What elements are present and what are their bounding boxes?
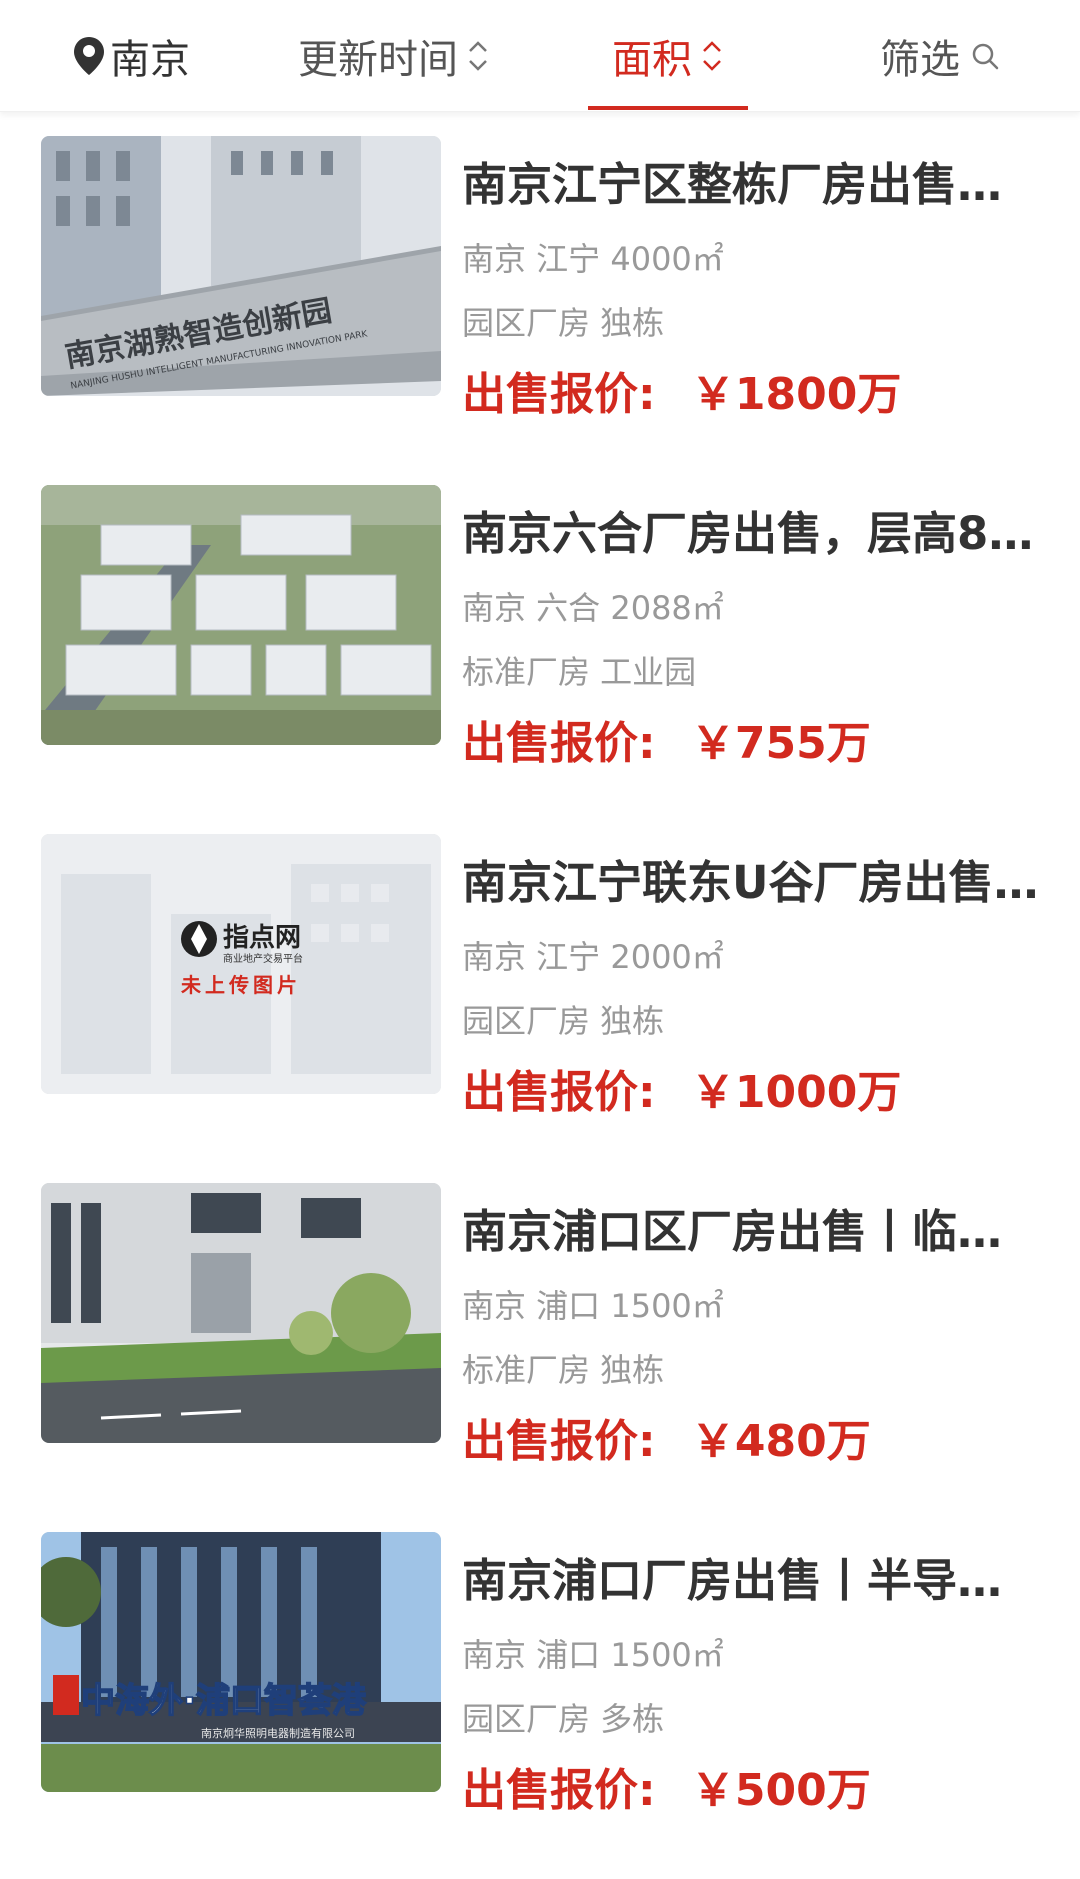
listing-thumbnail xyxy=(41,1183,441,1443)
price-value: ￥500万 xyxy=(690,1765,871,1816)
search-icon xyxy=(970,41,1000,71)
price-label: 出售报价: xyxy=(462,1067,656,1118)
tab-area[interactable]: 面积 xyxy=(588,0,748,112)
listing-location: 南京 江宁 2000㎡ xyxy=(462,938,724,976)
price-value: ￥1800万 xyxy=(690,369,902,420)
listing-tags: 标准厂房 独栋 xyxy=(462,1351,665,1389)
company-sign-text: 南京炯华照明电器制造有限公司 xyxy=(201,1726,355,1740)
listing-price: 出售报价: ￥1800万 xyxy=(462,358,901,422)
placeholder-brand: 指点网 xyxy=(223,922,301,953)
listing-location: 南京 六合 2088㎡ xyxy=(462,589,724,627)
price-value: ￥755万 xyxy=(690,718,871,769)
listing-location: 南京 江宁 4000㎡ xyxy=(462,240,724,278)
price-value: ￥1000万 xyxy=(690,1067,902,1118)
tab-filter-label: 筛选 xyxy=(880,37,960,83)
listing-thumbnail xyxy=(41,485,441,745)
listing-thumbnail: 中海外·浦口智荟港 南京炯华照明电器制造有限公司 xyxy=(41,1532,441,1792)
listing-thumbnail: 指点网 商业地产交易平台 未上传图片 xyxy=(41,834,441,1094)
sort-chevrons-icon xyxy=(700,38,724,74)
park-sign-text: 中海外·浦口智荟港 xyxy=(81,1681,367,1721)
price-label: 出售报价: xyxy=(462,718,656,769)
filter-bar: 南京 更新时间 面积 筛选 xyxy=(0,0,1080,112)
active-tab-indicator xyxy=(588,106,748,110)
price-label: 出售报价: xyxy=(462,369,656,420)
tab-area-label: 面积 xyxy=(612,37,692,83)
listing-location: 南京 浦口 1500㎡ xyxy=(462,1636,724,1674)
zhidian-logo-icon xyxy=(181,921,217,957)
listing-item[interactable]: 指点网 商业地产交易平台 未上传图片 南京江宁联东U谷厂房出售… 南京 江宁 2… xyxy=(0,810,1080,1159)
price-label: 出售报价: xyxy=(462,1765,656,1816)
listing-title: 南京江宁区整栋厂房出售… xyxy=(462,158,1003,211)
listing-location: 南京 浦口 1500㎡ xyxy=(462,1287,724,1325)
tab-city-label: 南京 xyxy=(110,37,190,83)
listing-price: 出售报价: ￥500万 xyxy=(462,1754,871,1818)
listing-tags: 标准厂房 工业园 xyxy=(462,653,697,691)
tab-update-time-label: 更新时间 xyxy=(298,37,458,83)
listing-item[interactable]: 南京六合厂房出售，层高8.… 南京 六合 2088㎡ 标准厂房 工业园 出售报价… xyxy=(0,461,1080,810)
listing-price: 出售报价: ￥480万 xyxy=(462,1405,871,1469)
listing-title: 南京江宁联东U谷厂房出售… xyxy=(462,856,1039,909)
listing-title: 南京浦口厂房出售丨半导… xyxy=(462,1554,1003,1607)
tab-filter[interactable]: 筛选 xyxy=(880,0,1000,112)
tab-update-time[interactable]: 更新时间 xyxy=(298,0,490,112)
price-label: 出售报价: xyxy=(462,1416,656,1467)
tab-city[interactable]: 南京 xyxy=(72,0,190,112)
listing-thumbnail: 南京湖熟智造创新园 NANJING HUSHU INTELLIGENT MANU… xyxy=(41,136,441,396)
listing-item[interactable]: 南京浦口区厂房出售丨临… 南京 浦口 1500㎡ 标准厂房 独栋 出售报价: ￥… xyxy=(0,1159,1080,1508)
location-pin-icon xyxy=(72,35,106,77)
listing-price: 出售报价: ￥1000万 xyxy=(462,1056,901,1120)
listing-tags: 园区厂房 多栋 xyxy=(462,1700,665,1738)
listing-title: 南京浦口区厂房出售丨临… xyxy=(462,1205,1003,1258)
listing-item[interactable]: 南京湖熟智造创新园 NANJING HUSHU INTELLIGENT MANU… xyxy=(0,112,1080,461)
listing-item[interactable]: 中海外·浦口智荟港 南京炯华照明电器制造有限公司 南京浦口厂房出售丨半导… 南京… xyxy=(0,1508,1080,1857)
listing-title: 南京六合厂房出售，层高8.… xyxy=(462,507,1042,560)
placeholder-text: 未上传图片 xyxy=(181,973,301,997)
listing-price: 出售报价: ￥755万 xyxy=(462,707,871,771)
price-value: ￥480万 xyxy=(690,1416,871,1467)
placeholder-slogan: 商业地产交易平台 xyxy=(223,952,303,965)
sort-chevrons-icon xyxy=(466,38,490,74)
listing-tags: 园区厂房 独栋 xyxy=(462,1002,665,1040)
listing-tags: 园区厂房 独栋 xyxy=(462,304,665,342)
